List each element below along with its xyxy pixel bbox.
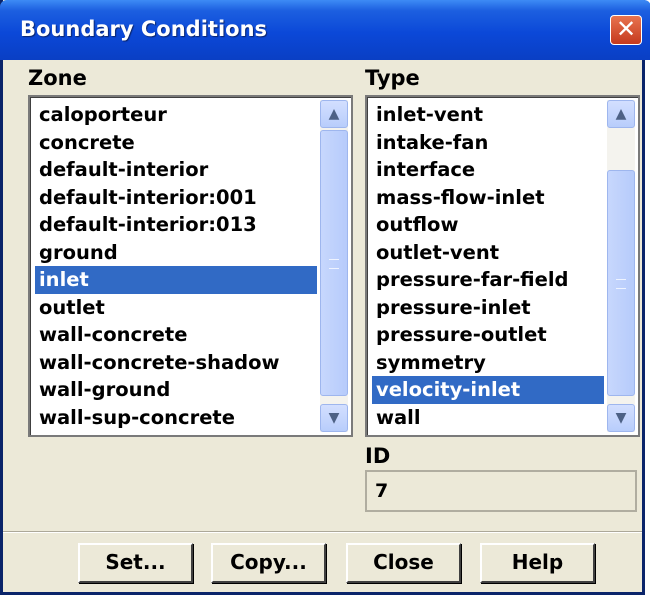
zone-list-item[interactable]: wall-sup-concrete: [35, 404, 317, 432]
type-list-item[interactable]: intake-fan: [372, 129, 604, 157]
type-list-items: inlet-vent intake-fan interface mass-flow-i…: [372, 101, 604, 431]
set-button[interactable]: Set...: [78, 543, 193, 583]
close-button[interactable]: Close: [346, 543, 461, 583]
window-title: Boundary Conditions: [20, 17, 268, 41]
zone-list-item[interactable]: wall-ground: [35, 376, 317, 404]
type-list-item[interactable]: symmetry: [372, 349, 604, 377]
zone-list-item[interactable]: default-interior:013: [35, 211, 317, 239]
zone-list-item[interactable]: default-interior: [35, 156, 317, 184]
zone-list-item[interactable]: wall-concrete: [35, 321, 317, 349]
zone-list-item[interactable]: outlet: [35, 294, 317, 322]
boundary-conditions-dialog: Boundary Conditions ✕ Zone caloporteur co…: [0, 0, 650, 595]
type-list-item[interactable]: inlet-vent: [372, 101, 604, 129]
type-label: Type: [365, 66, 420, 90]
copy-button[interactable]: Copy...: [211, 543, 326, 583]
divider: [3, 531, 642, 533]
type-listbox[interactable]: inlet-vent intake-fan interface mass-flow-i…: [365, 95, 640, 437]
type-list-item[interactable]: velocity-inlet: [372, 376, 604, 404]
zone-list-item[interactable]: default-interior:001: [35, 184, 317, 212]
zone-list-item[interactable]: caloporteur: [35, 101, 317, 129]
help-button[interactable]: Help: [480, 543, 595, 583]
type-list-item[interactable]: outflow: [372, 211, 604, 239]
grip-icon: [616, 279, 626, 289]
chevron-up-icon[interactable]: ▲: [320, 100, 348, 128]
zone-label: Zone: [28, 66, 87, 90]
zone-list-item[interactable]: concrete: [35, 129, 317, 157]
close-icon[interactable]: ✕: [610, 15, 642, 45]
zone-list-items: caloporteur concrete default-interior defau…: [35, 101, 317, 431]
id-label: ID: [365, 444, 391, 468]
zone-scroll-thumb[interactable]: [320, 130, 348, 396]
chevron-down-icon[interactable]: ▼: [320, 404, 348, 432]
type-list-item[interactable]: pressure-inlet: [372, 294, 604, 322]
grip-icon: [329, 259, 339, 269]
type-scroll-thumb[interactable]: [607, 170, 635, 396]
type-scrollbar[interactable]: ▲ ▼: [607, 100, 635, 432]
zone-list-item[interactable]: inlet: [35, 266, 317, 294]
type-list-item[interactable]: outlet-vent: [372, 239, 604, 267]
type-list-item[interactable]: mass-flow-inlet: [372, 184, 604, 212]
chevron-up-icon[interactable]: ▲: [607, 100, 635, 128]
zone-scrollbar[interactable]: ▲ ▼: [320, 100, 348, 432]
zone-listbox[interactable]: caloporteur concrete default-interior defau…: [28, 95, 353, 437]
type-list-item[interactable]: pressure-outlet: [372, 321, 604, 349]
zone-list-item[interactable]: wall-concrete-shadow: [35, 349, 317, 377]
chevron-down-icon[interactable]: ▼: [607, 404, 635, 432]
id-field: 7: [365, 470, 637, 512]
title-bar[interactable]: Boundary Conditions ✕: [0, 0, 650, 60]
type-list-item[interactable]: pressure-far-field: [372, 266, 604, 294]
zone-list-item[interactable]: ground: [35, 239, 317, 267]
type-list-item[interactable]: wall: [372, 404, 604, 432]
type-list-item[interactable]: interface: [372, 156, 604, 184]
